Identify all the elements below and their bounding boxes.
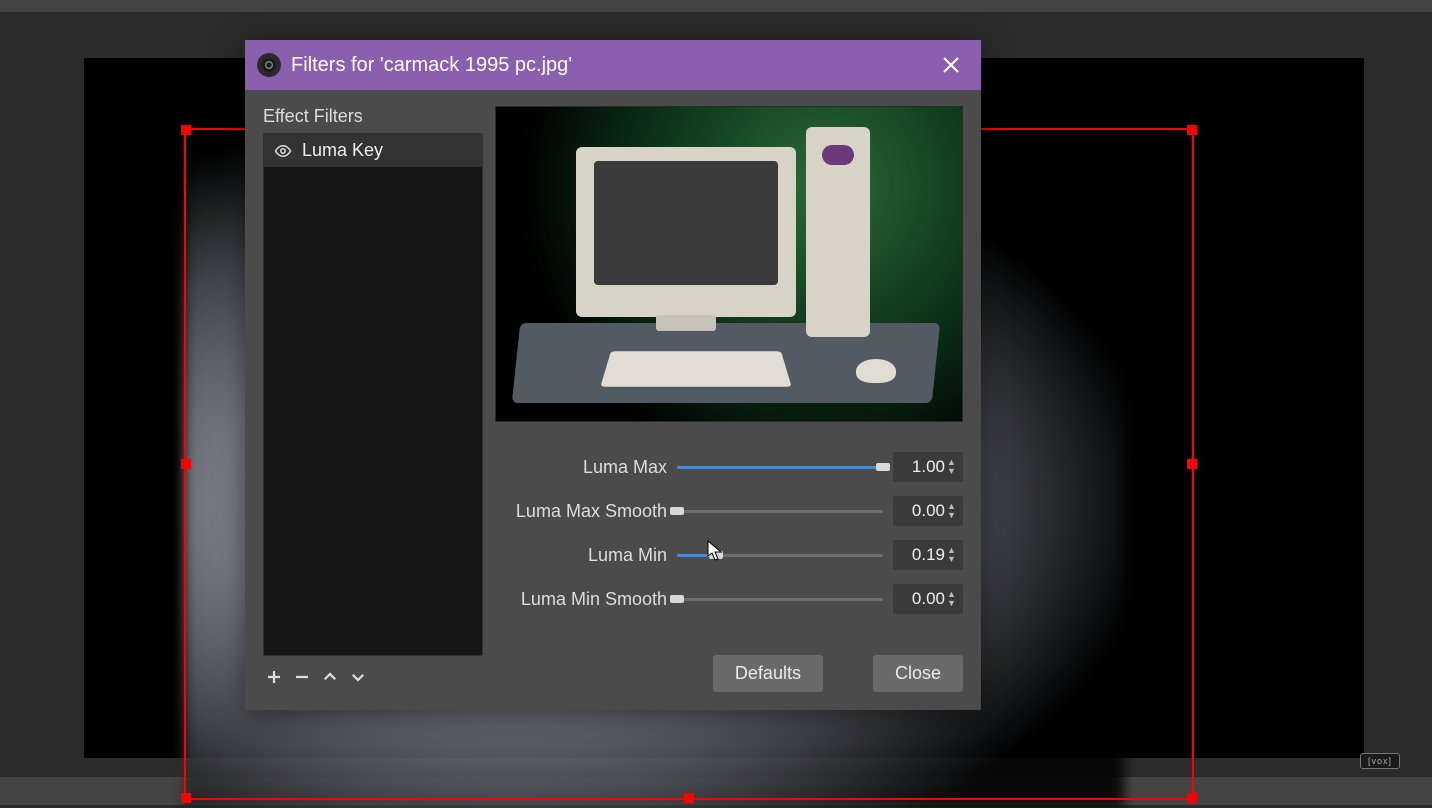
param-label: Luma Min Smooth [495,589,667,610]
param-slider[interactable] [677,589,883,609]
filter-preview [495,106,963,422]
filter-toolbar [263,656,483,692]
filters-sidebar: Effect Filters Luma Key [263,106,483,692]
move-down-button[interactable] [347,666,369,692]
param-row: Luma Max 1.00 ▲▼ [495,452,963,482]
move-up-button[interactable] [319,666,341,692]
param-value: 0.00 [912,589,945,609]
app-top-bar [0,0,1432,12]
param-value: 1.00 [912,457,945,477]
param-row: Luma Max Smooth 0.00 ▲▼ [495,496,963,526]
param-spinbox[interactable]: 0.19 ▲▼ [893,540,963,570]
spin-arrows-icon[interactable]: ▲▼ [947,584,961,614]
filters-dialog: Filters for 'carmack 1995 pc.jpg' Effect… [245,40,981,710]
param-label: Luma Max [495,457,667,478]
filter-item-luma-key[interactable]: Luma Key [264,134,482,167]
spin-arrows-icon[interactable]: ▲▼ [947,452,961,482]
defaults-button[interactable]: Defaults [713,655,823,692]
dialog-body: Effect Filters Luma Key [245,90,981,710]
param-value: 0.19 [912,545,945,565]
param-label: Luma Min [495,545,667,566]
obs-icon [257,53,281,77]
param-row: Luma Min 0.19 ▲▼ [495,540,963,570]
preview-image [496,107,962,421]
add-filter-button[interactable] [263,666,285,692]
dialog-buttons: Defaults Close [495,635,963,692]
remove-filter-button[interactable] [291,666,313,692]
param-label: Luma Max Smooth [495,501,667,522]
dialog-title: Filters for 'carmack 1995 pc.jpg' [291,54,572,77]
watermark: [vox] [1360,753,1400,769]
resize-handle[interactable] [1187,459,1197,469]
filter-settings-panel: Luma Max 1.00 ▲▼ Luma Max Smooth 0.00 ▲▼… [495,106,963,692]
filter-list[interactable]: Luma Key [263,133,483,656]
visibility-icon[interactable] [274,142,292,160]
effect-filters-label: Effect Filters [263,106,483,127]
parameter-list: Luma Max 1.00 ▲▼ Luma Max Smooth 0.00 ▲▼… [495,452,963,614]
spin-arrows-icon[interactable]: ▲▼ [947,540,961,570]
close-button[interactable] [933,47,969,83]
param-spinbox[interactable]: 1.00 ▲▼ [893,452,963,482]
param-row: Luma Min Smooth 0.00 ▲▼ [495,584,963,614]
dialog-titlebar[interactable]: Filters for 'carmack 1995 pc.jpg' [245,40,981,90]
resize-handle[interactable] [1187,125,1197,135]
param-value: 0.00 [912,501,945,521]
param-slider[interactable] [677,457,883,477]
spin-arrows-icon[interactable]: ▲▼ [947,496,961,526]
param-slider[interactable] [677,501,883,521]
close-dialog-button[interactable]: Close [873,655,963,692]
param-slider[interactable] [677,545,883,565]
filter-item-label: Luma Key [302,140,383,161]
param-spinbox[interactable]: 0.00 ▲▼ [893,496,963,526]
param-spinbox[interactable]: 0.00 ▲▼ [893,584,963,614]
